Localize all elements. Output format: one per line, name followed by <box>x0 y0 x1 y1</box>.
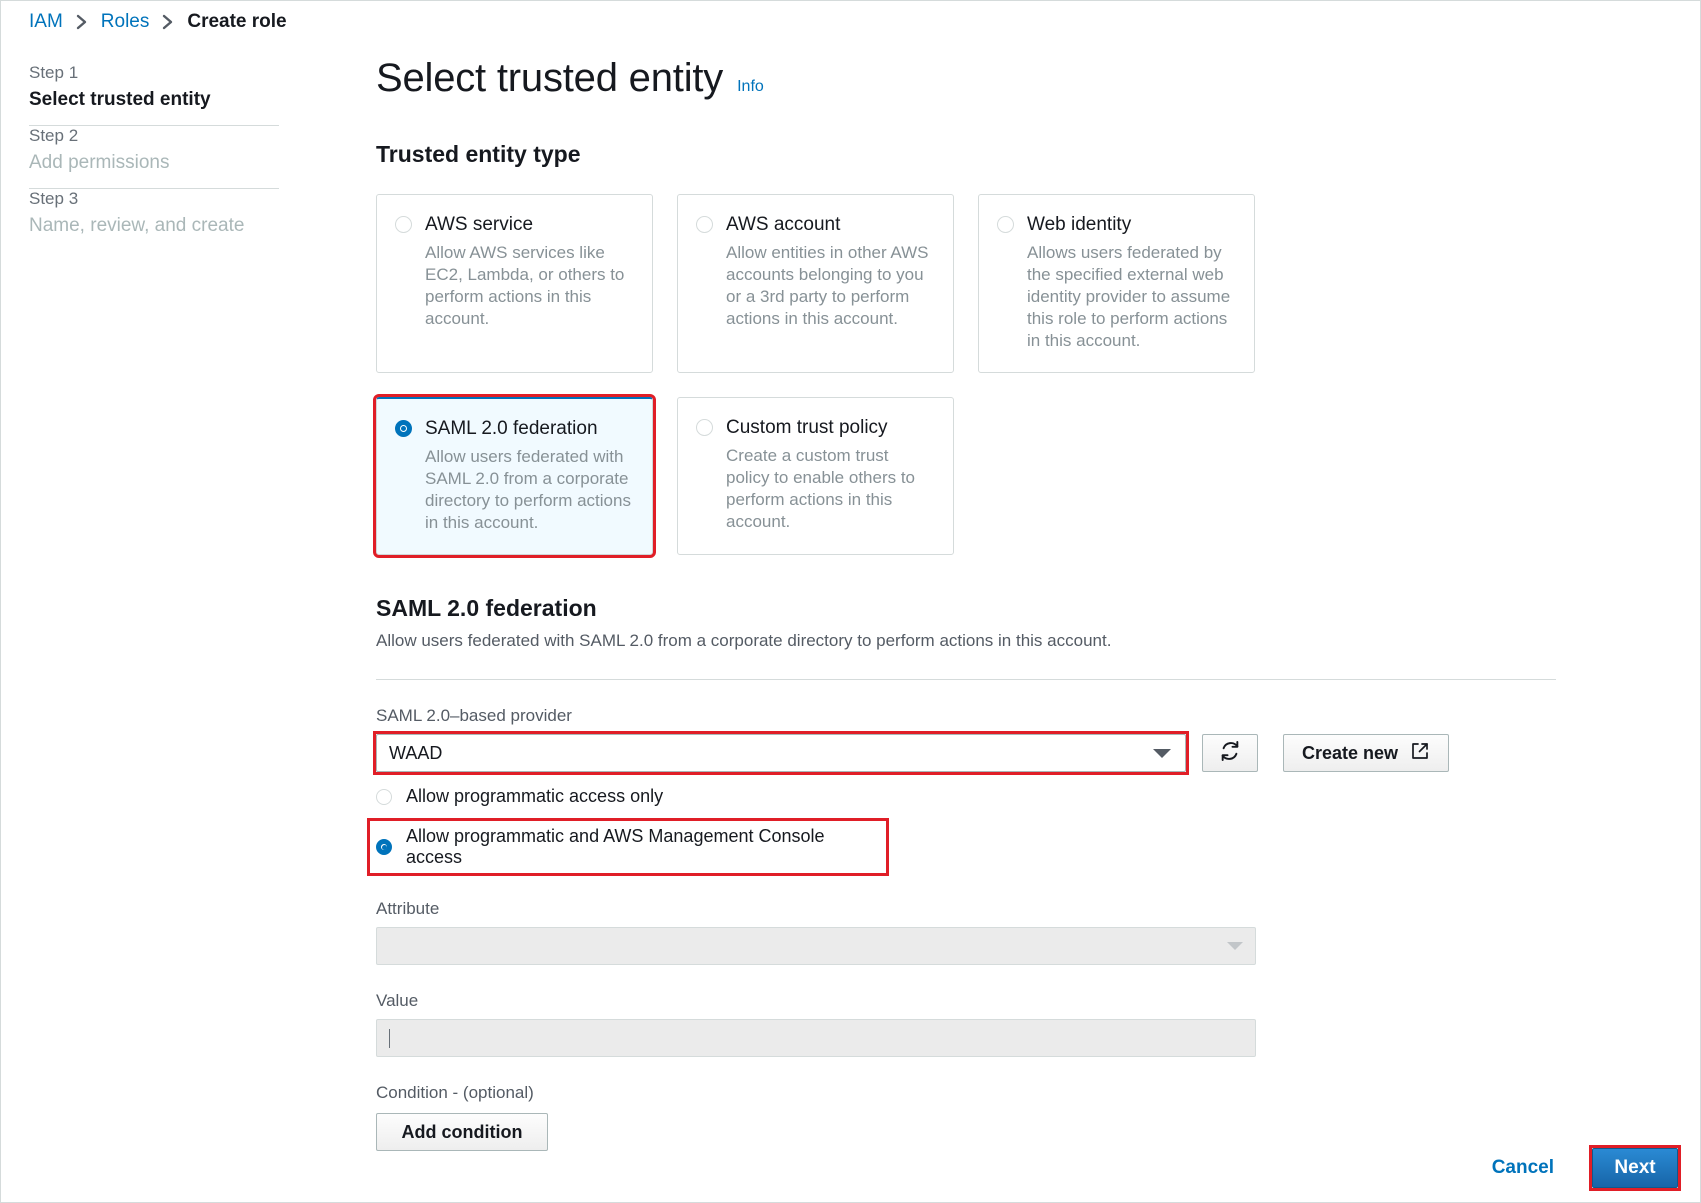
value-input[interactable] <box>376 1019 1256 1057</box>
chevron-right-icon <box>76 14 88 30</box>
wizard-step-nav: Step 1 Select trusted entity Step 2 Add … <box>29 63 279 251</box>
create-new-provider-button[interactable]: Create new <box>1283 734 1450 772</box>
option-card-custom-trust-policy[interactable]: Custom trust policy Create a custom trus… <box>677 397 954 555</box>
create-role-page: IAM Roles Create role Step 1 Select trus… <box>0 0 1701 1203</box>
step-number: Step 1 <box>29 63 79 82</box>
trusted-entity-option-grid: AWS service Allow AWS services like EC2,… <box>373 194 1556 558</box>
option-label: Web identity <box>1027 214 1132 235</box>
step-title: Add permissions <box>29 152 170 173</box>
radio-icon[interactable] <box>395 420 412 437</box>
option-label: AWS service <box>425 214 534 235</box>
provider-select-value: WAAD <box>389 742 443 763</box>
refresh-icon <box>1219 740 1241 767</box>
page-title: Select trusted entity <box>376 56 724 100</box>
provider-select-wrapper: WAAD <box>373 731 1189 775</box>
saml-section-heading: SAML 2.0 federation <box>376 595 597 621</box>
attribute-select[interactable] <box>376 927 1256 965</box>
option-label: SAML 2.0 federation <box>425 418 598 439</box>
add-condition-label: Add condition <box>401 1121 523 1142</box>
chevron-down-icon <box>1153 748 1171 758</box>
access-option-programmatic-and-console[interactable]: Allow programmatic and AWS Management Co… <box>367 818 889 876</box>
radio-icon[interactable] <box>696 419 713 436</box>
attribute-field-label: Attribute <box>376 899 440 918</box>
next-button[interactable]: Next <box>1592 1148 1678 1188</box>
value-field-label: Value <box>376 991 419 1010</box>
breadcrumb: IAM Roles Create role <box>29 11 287 33</box>
footer-actions: Cancel Next <box>1478 1145 1681 1191</box>
next-button-wrapper: Next <box>1589 1145 1681 1191</box>
breadcrumb-item-create-role: Create role <box>187 11 287 32</box>
radio-icon[interactable] <box>997 216 1014 233</box>
saml-section-description: Allow users federated with SAML 2.0 from… <box>376 631 1112 650</box>
add-condition-button[interactable]: Add condition <box>376 1113 548 1151</box>
info-link[interactable]: Info <box>737 78 764 96</box>
provider-select[interactable]: WAAD <box>376 734 1186 772</box>
wizard-step-3[interactable]: Step 3 Name, review, and create <box>29 189 279 251</box>
main-content: Select trusted entity Info Trusted entit… <box>367 56 1556 1151</box>
access-option-label: Allow programmatic and AWS Management Co… <box>406 826 825 867</box>
condition-field-label: Condition - (optional) <box>376 1083 534 1102</box>
option-description: Allow AWS services like EC2, Lambda, or … <box>425 243 625 328</box>
option-description: Allow entities in other AWS accounts bel… <box>726 243 929 328</box>
access-option-label: Allow programmatic access only <box>406 786 664 806</box>
option-card-aws-service[interactable]: AWS service Allow AWS services like EC2,… <box>376 194 653 373</box>
trusted-entity-type-heading: Trusted entity type <box>376 141 581 167</box>
chevron-down-icon <box>1227 942 1243 950</box>
option-description: Allows users federated by the specified … <box>1027 243 1231 350</box>
cancel-button[interactable]: Cancel <box>1478 1149 1568 1187</box>
option-label: AWS account <box>726 214 841 235</box>
step-number: Step 2 <box>29 126 79 145</box>
text-cursor <box>389 1028 390 1048</box>
step-title: Name, review, and create <box>29 215 245 236</box>
provider-field-label: SAML 2.0–based provider <box>376 706 572 725</box>
access-option-programmatic-only[interactable]: Allow programmatic access only <box>376 786 1556 807</box>
chevron-right-icon <box>162 14 174 30</box>
breadcrumb-item-roles[interactable]: Roles <box>101 11 150 33</box>
external-link-icon <box>1410 741 1430 766</box>
radio-icon[interactable] <box>696 216 713 233</box>
radio-icon[interactable] <box>376 788 392 805</box>
option-card-aws-account[interactable]: AWS account Allow entities in other AWS … <box>677 194 954 373</box>
step-number: Step 3 <box>29 189 79 208</box>
option-description: Allow users federated with SAML 2.0 from… <box>425 447 631 532</box>
wizard-step-2[interactable]: Step 2 Add permissions <box>29 126 279 188</box>
breadcrumb-item-iam[interactable]: IAM <box>29 11 63 33</box>
provider-row: WAAD Create new <box>373 731 1556 775</box>
refresh-button[interactable] <box>1202 734 1258 772</box>
wizard-step-1[interactable]: Step 1 Select trusted entity <box>29 63 279 125</box>
option-label: Custom trust policy <box>726 417 888 438</box>
radio-icon[interactable] <box>376 839 392 855</box>
create-new-label: Create new <box>1302 742 1399 763</box>
step-title: Select trusted entity <box>29 89 211 110</box>
page-title-row: Select trusted entity Info <box>376 56 1556 101</box>
divider <box>376 679 1556 680</box>
radio-icon[interactable] <box>395 216 412 233</box>
option-card-web-identity[interactable]: Web identity Allows users federated by t… <box>978 194 1255 373</box>
option-card-saml-federation[interactable]: SAML 2.0 federation Allow users federate… <box>373 394 656 558</box>
option-description: Create a custom trust policy to enable o… <box>726 446 916 531</box>
